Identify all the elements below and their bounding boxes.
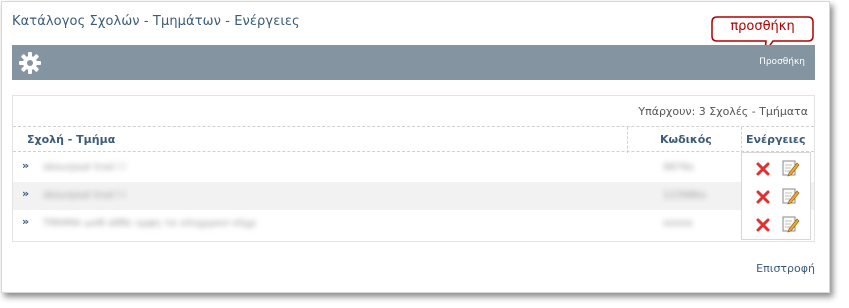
content-box: Υπάρχουν: 3 Σχολές - Τμήματα Σχολή - Τμή… [12,95,815,242]
row-code-cell: 12398ks [663,190,706,201]
page-title: Κατάλογος Σχολών - Τμημάτων - Ενέργειες [12,14,300,29]
actions-column [741,152,811,240]
table-row[interactable]: » skourpsal trsd l l 12398ks [13,182,814,210]
toolbar: Προσθήκη [12,45,815,80]
row-name-cell: skourpsal trsd l l [43,162,126,173]
expand-arrow-icon[interactable]: » [22,187,29,200]
row-code-cell: oooos [663,218,693,229]
table-header: Σχολή - Τμήμα Κωδικός Ενέργειες [13,126,814,153]
edit-pencil-icon[interactable] [782,159,800,177]
column-header-name[interactable]: Σχολή - Τμήμα [27,133,115,146]
delete-x-icon[interactable] [756,162,770,176]
column-header-actions: Ενέργειες [746,133,806,146]
gear-icon[interactable] [18,51,42,75]
column-divider [741,127,742,153]
column-divider [627,127,628,153]
callout-annotation: προσθήκη [711,16,814,55]
column-header-code[interactable]: Κωδικός [660,133,712,146]
table-row[interactable]: » skourpsal trsd l l 9876s [13,154,814,182]
edit-pencil-icon[interactable] [782,215,800,233]
table-row[interactable]: » ΤΜΗΜΑ ωσθ αθθε ορφη τα ολοχρρκσ οδχρ o… [13,210,814,238]
row-name-cell: skourpsal trsd l l [43,190,126,201]
add-button[interactable]: Προσθήκη [759,57,805,67]
back-link[interactable]: Επιστροφή [756,262,815,275]
row-code-cell: 9876s [663,162,694,173]
expand-arrow-icon[interactable]: » [22,215,29,228]
delete-x-icon[interactable] [756,190,770,204]
delete-x-icon[interactable] [756,218,770,232]
callout-text: προσθήκη [730,19,795,34]
row-name-cell: ΤΜΗΜΑ ωσθ αθθε ορφη τα ολοχρρκσ οδχρ [43,218,257,229]
edit-pencil-icon[interactable] [782,187,800,205]
expand-arrow-icon[interactable]: » [22,159,29,172]
record-count: Υπάρχουν: 3 Σχολές - Τμήματα [638,105,808,118]
